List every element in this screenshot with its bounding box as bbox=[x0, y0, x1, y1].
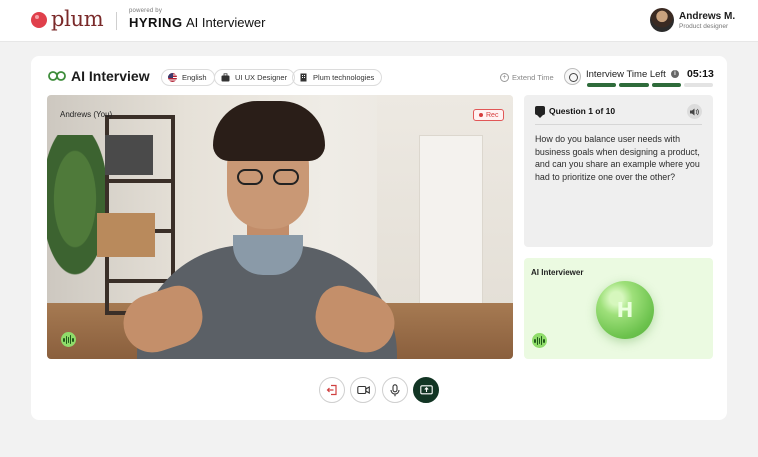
avatar[interactable] bbox=[650, 8, 674, 32]
brand-name: plum bbox=[51, 7, 104, 31]
extend-time-label: Extend Time bbox=[512, 73, 554, 82]
progress-segment bbox=[651, 83, 681, 87]
ai-orb-avatar: H bbox=[596, 281, 654, 339]
participant-hair bbox=[213, 101, 325, 161]
user-name[interactable]: Andrews M. bbox=[679, 11, 735, 22]
briefcase-icon bbox=[221, 73, 230, 82]
progress-segment bbox=[683, 83, 713, 87]
ai-interviewer-panel: AI Interviewer H bbox=[524, 258, 713, 359]
plum-logo-icon bbox=[31, 12, 47, 28]
info-icon[interactable]: i bbox=[671, 70, 679, 78]
time-left-label: Interview Time Left bbox=[586, 69, 666, 80]
leave-button[interactable] bbox=[319, 377, 345, 403]
plus-circle-icon: + bbox=[500, 73, 509, 82]
ai-orb-letter: H bbox=[616, 298, 634, 322]
question-panel: Question 1 of 10 How do you balance user… bbox=[524, 95, 713, 247]
ai-loop-icon bbox=[48, 71, 66, 81]
video-camera-icon bbox=[356, 385, 370, 395]
audio-wave-icon bbox=[61, 332, 76, 347]
hyring-logo: HYRING bbox=[129, 15, 183, 30]
recording-badge: Rec bbox=[473, 109, 505, 121]
question-text: How do you balance user needs with busin… bbox=[535, 134, 700, 182]
screen-share-icon bbox=[419, 384, 433, 394]
speaker-button[interactable] bbox=[687, 104, 702, 119]
chat-bubble-icon bbox=[535, 106, 545, 118]
user-role: Product designer bbox=[679, 23, 729, 30]
role-label: UI UX Designer bbox=[235, 73, 288, 82]
video-background-door bbox=[419, 135, 483, 315]
video-feed: Andrews (You) Rec bbox=[47, 95, 513, 359]
video-background-box bbox=[97, 213, 155, 257]
us-flag-icon bbox=[168, 73, 177, 82]
page-title: AI Interview bbox=[71, 68, 150, 84]
mic-button[interactable] bbox=[382, 377, 408, 403]
header-divider bbox=[116, 12, 117, 30]
rec-label: Rec bbox=[486, 111, 499, 119]
question-divider bbox=[535, 124, 702, 125]
question-title: Question 1 of 10 bbox=[549, 106, 616, 116]
company-label: Plum technologies bbox=[313, 73, 375, 82]
building-icon bbox=[300, 73, 307, 82]
top-bar: plum powered by HYRING AI Interviewer An… bbox=[0, 0, 758, 42]
share-screen-button[interactable] bbox=[413, 377, 439, 403]
ai-interviewer-label: AI Interviewer bbox=[531, 268, 584, 277]
time-progress-bar bbox=[587, 83, 713, 87]
powered-by-label: powered by bbox=[129, 8, 163, 14]
language-label: English bbox=[182, 73, 207, 82]
participant-glasses bbox=[237, 169, 301, 185]
camera-button[interactable] bbox=[350, 377, 376, 403]
language-chip: English bbox=[161, 69, 215, 86]
time-left-value: 05:13 bbox=[687, 68, 714, 80]
exit-icon bbox=[326, 384, 337, 396]
video-background-box bbox=[105, 135, 153, 175]
speaker-icon bbox=[690, 108, 699, 115]
progress-segment bbox=[587, 83, 617, 87]
stopwatch-icon bbox=[564, 68, 581, 85]
role-chip: UI UX Designer bbox=[214, 69, 296, 86]
participant-name-label: Andrews (You) bbox=[60, 110, 113, 119]
audio-wave-icon bbox=[532, 333, 547, 348]
company-chip: Plum technologies bbox=[292, 69, 383, 86]
product-name: AI Interviewer bbox=[186, 15, 266, 30]
progress-segment bbox=[619, 83, 649, 87]
microphone-icon bbox=[390, 383, 400, 396]
extend-time-button[interactable]: + Extend Time bbox=[500, 73, 554, 82]
